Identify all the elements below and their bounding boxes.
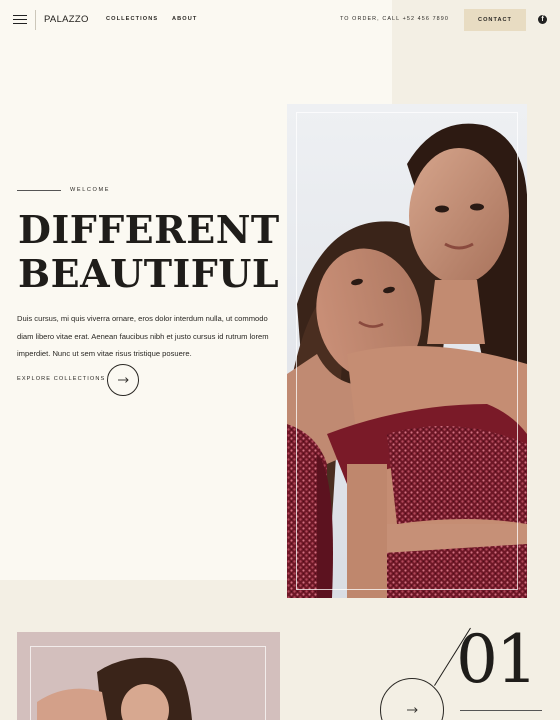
nav-link-collections[interactable]: COLLECTIONS <box>106 16 158 22</box>
arrow-right-icon <box>406 707 418 713</box>
welcome-eyebrow: WELCOME <box>70 187 111 193</box>
hero-photo-frame <box>296 112 518 590</box>
site-header: PALAZZO COLLECTIONS ABOUT TO ORDER, CALL… <box>0 0 560 40</box>
explore-collections-link[interactable]: EXPLORE COLLECTIONS <box>17 376 105 382</box>
site-logo[interactable]: PALAZZO <box>44 14 89 25</box>
number-underline <box>460 710 542 711</box>
arrow-right-icon <box>117 377 129 383</box>
hero-intro-text: Duis cursus, mi quis viverra ornare, ero… <box>17 314 269 358</box>
collection-photo-frame <box>30 646 266 720</box>
contact-button[interactable]: CONTACT <box>464 9 526 31</box>
nav-link-about[interactable]: ABOUT <box>172 16 197 22</box>
explore-arrow-button[interactable] <box>107 364 139 396</box>
hamburger-menu-icon[interactable] <box>13 15 27 25</box>
header-divider <box>35 10 36 30</box>
welcome-divider <box>17 190 61 191</box>
facebook-icon[interactable]: f <box>538 15 547 24</box>
order-phone-text: TO ORDER, CALL +52 456 7890 <box>340 16 449 22</box>
